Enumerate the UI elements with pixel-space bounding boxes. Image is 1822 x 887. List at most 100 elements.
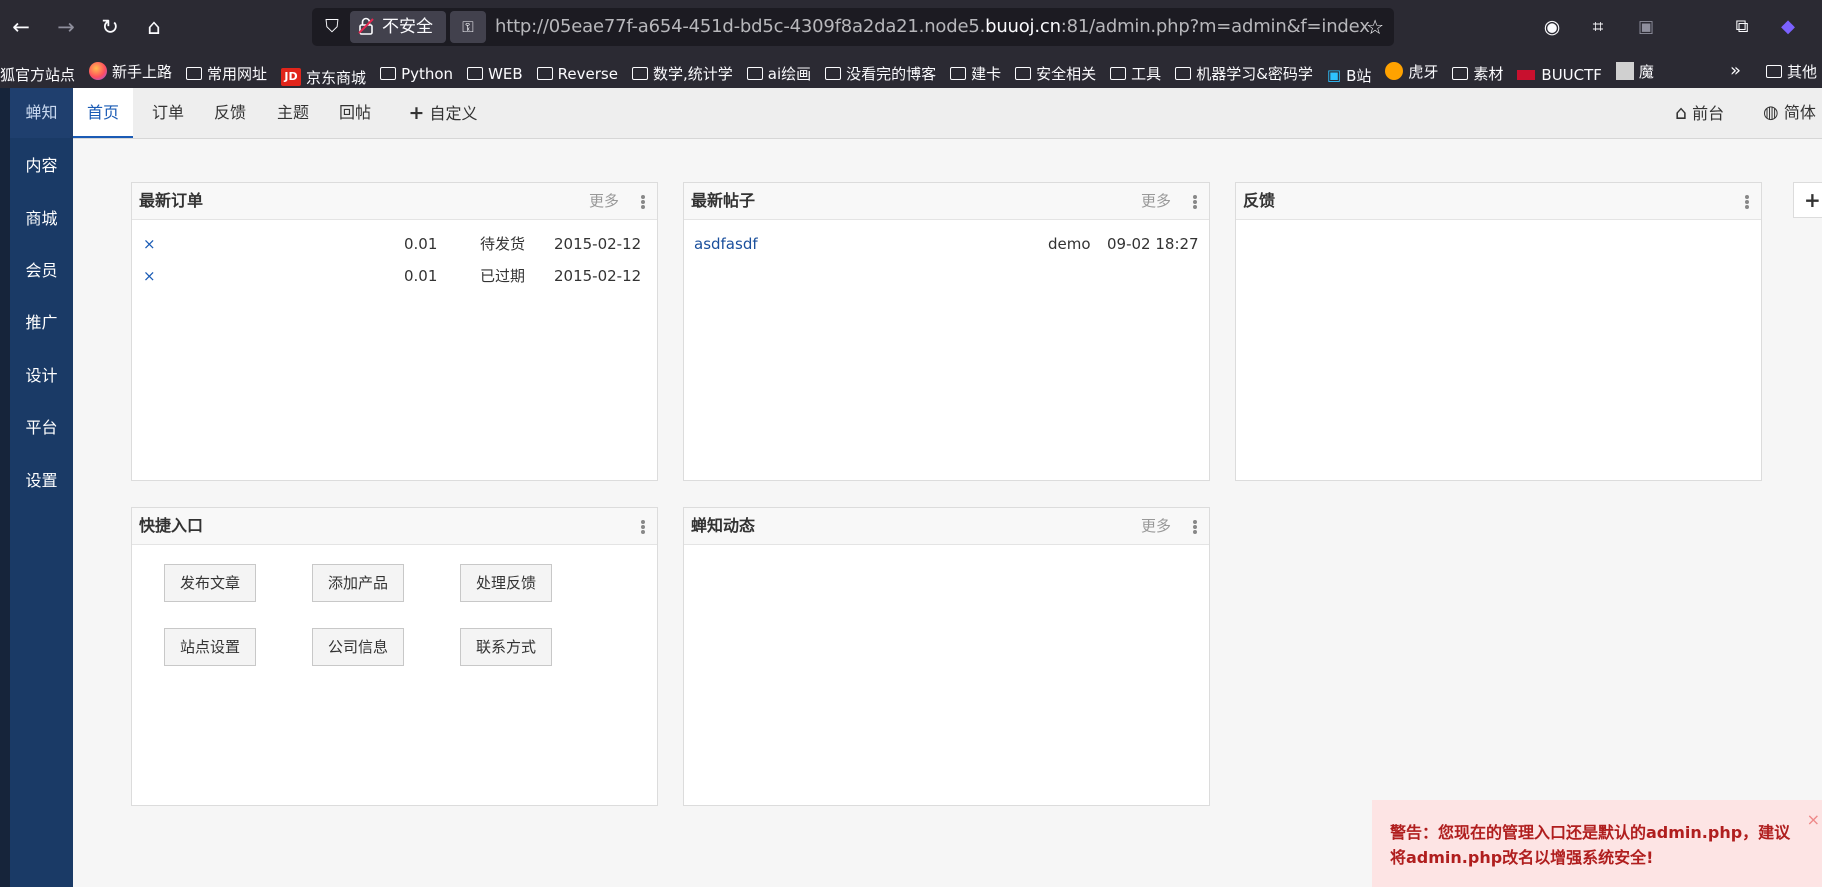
sidebar-brand[interactable]: 蝉知 xyxy=(10,88,73,138)
not-secure-indicator[interactable]: 不安全 xyxy=(350,11,446,43)
order-date: 2015-02-12 xyxy=(554,267,642,285)
folder-icon xyxy=(1175,67,1192,80)
folder-icon xyxy=(746,67,763,80)
back-arrow-icon[interactable]: ← xyxy=(5,11,37,43)
sidebar-item-promotion[interactable]: 推广 xyxy=(10,298,73,348)
bookmark-label: ai绘画 xyxy=(767,65,812,83)
bookmark-star-icon[interactable]: ☆ xyxy=(1366,15,1384,39)
more-options-icon[interactable] xyxy=(641,195,645,209)
more-link[interactable]: 更多 xyxy=(1141,508,1171,544)
crop-icon[interactable]: ⌗ xyxy=(1582,11,1614,43)
panel-title: 蝉知动态 xyxy=(691,516,756,535)
order-amount: 0.01 xyxy=(404,235,438,253)
bookmark-item[interactable]: ▣ B站 xyxy=(1327,58,1371,88)
bookmark-item[interactable]: 数学,统计学 xyxy=(631,57,733,89)
bookmark-label: 魔 xyxy=(1638,62,1654,81)
more-link[interactable]: 更多 xyxy=(589,183,619,219)
bookmark-other[interactable]: 其他 xyxy=(1766,54,1817,88)
bookmark-other-label: 其他 xyxy=(1787,62,1818,81)
tab-feedback[interactable]: 反馈 xyxy=(205,88,255,138)
more-link[interactable]: 更多 xyxy=(1141,183,1171,219)
bookmark-label: Reverse xyxy=(557,64,618,83)
not-secure-label: 不安全 xyxy=(382,17,433,37)
bookmark-label: 建卡 xyxy=(971,65,1002,83)
bookmark-label: 新手上路 xyxy=(112,62,173,81)
order-row-marker[interactable]: × xyxy=(143,260,156,292)
tab-custom[interactable]: + 自定义 xyxy=(398,88,488,138)
post-title-link[interactable]: asdfasdf xyxy=(694,228,758,260)
tab-home[interactable]: 首页 xyxy=(73,88,133,138)
url-suffix: :81/admin.php?m=admin&f=index xyxy=(1060,16,1370,37)
bookmark-item[interactable]: 虎牙 xyxy=(1385,54,1438,88)
browser-toolbar: ← → ↻ ⌂ ⛉ 不安全 ⚿ http://05eae77f-a654-451… xyxy=(0,0,1822,54)
plus-icon: + xyxy=(408,102,425,124)
bookmark-item[interactable]: Python xyxy=(380,57,453,89)
account-icon[interactable]: ◉ xyxy=(1536,11,1568,43)
url-host: buuoj.cn xyxy=(985,16,1061,37)
bookmark-item[interactable]: JD 京东商城 xyxy=(281,60,366,88)
bookmark-label: 安全相关 xyxy=(1036,65,1097,83)
sidebar-item-shop[interactable]: 商城 xyxy=(10,194,73,244)
admin-sidebar: 蝉知 内容 商城 会员 推广 设计 平台 设置 xyxy=(0,88,73,887)
close-icon[interactable]: × xyxy=(1807,810,1820,829)
order-amount: 0.01 xyxy=(404,267,438,285)
address-bar[interactable]: ⛉ 不安全 ⚿ http://05eae77f-a654-451d-bd5c-4… xyxy=(312,8,1394,46)
shield-icon[interactable]: ⛉ xyxy=(320,15,344,39)
frontend-link[interactable]: ⌂ 前台 xyxy=(1675,88,1724,138)
sidebar-item-settings[interactable]: 设置 xyxy=(10,456,73,506)
tab-orders[interactable]: 订单 xyxy=(143,88,193,138)
folder-icon xyxy=(186,67,203,80)
language-switch[interactable]: ◍ 简体 xyxy=(1763,88,1816,138)
more-options-icon[interactable] xyxy=(1193,520,1197,534)
add-product-button[interactable]: 添加产品 xyxy=(312,564,404,602)
more-options-icon[interactable] xyxy=(1193,195,1197,209)
bookmark-item[interactable]: 建卡 xyxy=(950,57,1001,89)
folder-icon xyxy=(1015,67,1032,80)
home-icon[interactable]: ⌂ xyxy=(138,11,170,43)
sidebar-item-design[interactable]: 设计 xyxy=(10,351,73,401)
bookmark-item[interactable]: 常用网址 xyxy=(186,57,267,89)
handle-feedback-button[interactable]: 处理反馈 xyxy=(460,564,552,602)
url-text[interactable]: http://05eae77f-a654-451d-bd5c-4309f8a2d… xyxy=(495,8,1370,46)
contact-button[interactable]: 联系方式 xyxy=(460,628,552,666)
tab-replies[interactable]: 回帖 xyxy=(330,88,380,138)
more-options-icon[interactable] xyxy=(1745,195,1749,209)
tab-threads[interactable]: 主题 xyxy=(268,88,318,138)
bookmark-item[interactable]: 魔 xyxy=(1615,54,1654,88)
bookmark-item[interactable]: ai绘画 xyxy=(746,57,812,89)
bookmark-item[interactable]: Reverse xyxy=(536,57,618,89)
bookmark-item[interactable]: 机器学习&密码学 xyxy=(1175,57,1313,89)
bookmark-item[interactable]: 没看完的博客 xyxy=(825,57,936,89)
bookmark-item[interactable]: 新手上路 xyxy=(89,54,172,88)
panel-title: 最新帖子 xyxy=(691,191,756,210)
bookmark-item[interactable]: WEB xyxy=(467,57,523,89)
company-info-button[interactable]: 公司信息 xyxy=(312,628,404,666)
extensions-icon[interactable]: ⧉ xyxy=(1726,11,1758,43)
bookmark-item[interactable]: 素材 xyxy=(1452,57,1503,89)
post-time: 09-02 18:27 xyxy=(1107,235,1199,253)
forward-arrow-icon[interactable]: → xyxy=(50,11,82,43)
bookmark-item[interactable]: 狐官方站点 xyxy=(0,58,75,89)
add-widget-button[interactable]: + xyxy=(1793,182,1822,218)
sidebar-item-content[interactable]: 内容 xyxy=(10,141,73,191)
profile-extension-icon[interactable]: ◆ xyxy=(1772,11,1804,43)
reader-icon[interactable]: ▣ xyxy=(1630,11,1662,43)
folder-icon xyxy=(631,67,648,80)
bookmark-item[interactable]: 安全相关 xyxy=(1015,57,1096,89)
bookmark-item[interactable]: BUUCTF xyxy=(1517,58,1602,88)
folder-icon xyxy=(380,67,397,80)
publish-article-button[interactable]: 发布文章 xyxy=(164,564,256,602)
language-label: 简体 xyxy=(1783,103,1816,122)
panel-latest-posts: 最新帖子 更多 asdfasdf demo 09-02 18:27 xyxy=(683,182,1210,481)
order-row-marker[interactable]: × xyxy=(143,228,156,260)
bookmarks-overflow-icon[interactable]: » xyxy=(1730,54,1741,88)
bookmark-label: 数学,统计学 xyxy=(652,65,733,83)
sidebar-item-members[interactable]: 会员 xyxy=(10,246,73,296)
bilibili-icon: ▣ xyxy=(1326,66,1342,84)
reload-icon[interactable]: ↻ xyxy=(94,11,126,43)
more-options-icon[interactable] xyxy=(641,520,645,534)
sidebar-item-platform[interactable]: 平台 xyxy=(10,403,73,453)
bookmark-item[interactable]: 工具 xyxy=(1110,57,1161,89)
permissions-icon[interactable]: ⚿ xyxy=(450,11,486,43)
site-settings-button[interactable]: 站点设置 xyxy=(164,628,256,666)
